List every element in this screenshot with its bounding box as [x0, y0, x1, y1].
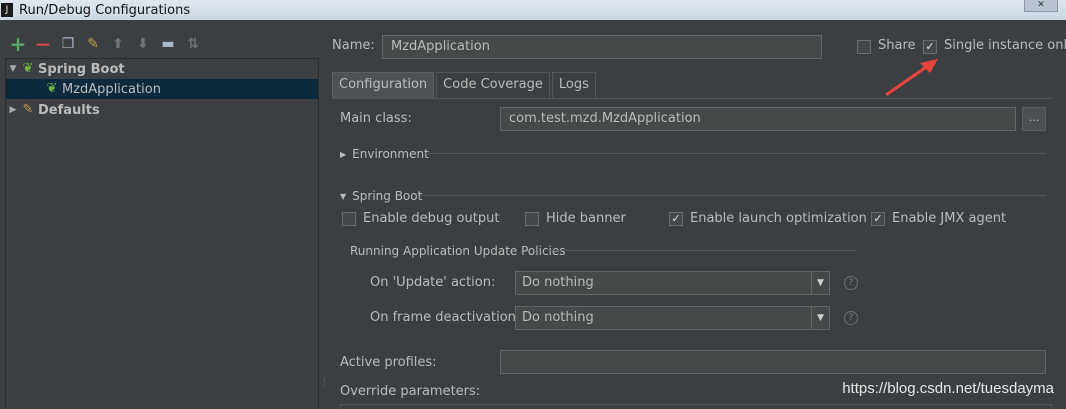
- sort-icon[interactable]: ⇅: [184, 35, 202, 53]
- close-window-button[interactable]: ✕: [1024, 0, 1058, 12]
- app-icon: J: [1, 3, 13, 17]
- watermark-text: https://blog.csdn.net/tuesdayma: [842, 380, 1054, 397]
- expand-arrow-icon[interactable]: ▼: [6, 64, 20, 74]
- spring-boot-divider: [420, 195, 1046, 196]
- tab-code-coverage[interactable]: Code Coverage: [436, 72, 550, 98]
- configurations-tree: ▼ ❦ Spring Boot ❦ MzdApplication ▶ ✎ Def…: [5, 58, 319, 409]
- environment-label: Environment: [352, 147, 429, 161]
- name-input[interactable]: MzdApplication: [382, 35, 822, 59]
- environment-divider: [424, 153, 1046, 154]
- configurations-toolbar: + − ❐ ✎ ⬆ ⬇ ▬ ⇅: [0, 32, 215, 56]
- help-icon[interactable]: ?: [844, 311, 858, 325]
- tree-node-label: MzdApplication: [62, 81, 161, 97]
- enable-debug-output-checkbox[interactable]: [342, 212, 356, 226]
- tab-configuration[interactable]: Configuration: [332, 72, 435, 98]
- spring-boot-icon: ❦: [22, 61, 34, 76]
- splitter-handle[interactable]: ⋮: [320, 378, 329, 388]
- remove-icon[interactable]: −: [34, 34, 52, 54]
- on-frame-value: Do nothing: [522, 310, 594, 325]
- main-class-label: Main class:: [340, 111, 412, 126]
- help-icon[interactable]: ?: [844, 276, 858, 290]
- override-parameters-label: Override parameters:: [340, 384, 481, 399]
- hide-banner-checkbox[interactable]: [525, 212, 539, 226]
- collapse-arrow-icon[interactable]: ▶: [6, 105, 20, 115]
- collapsed-arrow-icon: ▶: [340, 149, 347, 159]
- annotation-arrow-icon: [885, 59, 938, 97]
- spring-boot-app-icon: ❦: [46, 81, 58, 96]
- enable-jmx-agent-label: Enable JMX agent: [892, 211, 1007, 226]
- folder-icon[interactable]: ▬: [159, 35, 177, 53]
- chevron-down-icon[interactable]: ▼: [811, 272, 829, 294]
- add-icon[interactable]: +: [9, 34, 27, 54]
- spring-boot-section-toggle[interactable]: ▼ Spring Boot: [340, 189, 422, 203]
- single-instance-checkbox[interactable]: ✓: [923, 40, 937, 54]
- on-update-value: Do nothing: [522, 275, 594, 290]
- enable-launch-optimization-checkbox[interactable]: ✓: [669, 212, 683, 226]
- tree-node-mzdapplication[interactable]: ❦ MzdApplication: [6, 79, 318, 99]
- enable-debug-output-label: Enable debug output: [363, 211, 500, 226]
- tree-node-label: Spring Boot: [38, 61, 125, 77]
- config-tabs: Configuration Code Coverage Logs: [332, 72, 598, 98]
- tree-node-label: Defaults: [38, 102, 100, 118]
- on-update-label: On 'Update' action:: [370, 275, 496, 290]
- browse-main-class-button[interactable]: ...: [1022, 107, 1046, 131]
- copy-icon[interactable]: ❐: [59, 35, 77, 53]
- spring-boot-section-label: Spring Boot: [352, 189, 423, 203]
- tree-node-spring-boot[interactable]: ▼ ❦ Spring Boot: [6, 59, 318, 79]
- arrow-down-icon[interactable]: ⬇: [134, 35, 152, 53]
- main-class-input[interactable]: com.test.mzd.MzdApplication: [500, 107, 1016, 131]
- override-parameters-table[interactable]: [340, 404, 1052, 409]
- tree-node-defaults[interactable]: ▶ ✎ Defaults: [6, 100, 318, 120]
- single-instance-label: Single instance only: [944, 38, 1066, 53]
- expanded-arrow-icon: ▼: [340, 191, 347, 201]
- hide-banner-label: Hide banner: [546, 211, 626, 226]
- enable-jmx-agent-checkbox[interactable]: ✓: [871, 212, 885, 226]
- update-policies-divider: [550, 250, 856, 251]
- enable-launch-optimization-label: Enable launch optimization: [690, 211, 867, 226]
- environment-section-toggle[interactable]: ▶ Environment: [340, 147, 429, 161]
- wrench-icon[interactable]: ✎: [84, 35, 102, 53]
- on-update-select[interactable]: Do nothing ▼: [515, 271, 830, 295]
- on-frame-select[interactable]: Do nothing ▼: [515, 306, 830, 330]
- active-profiles-input[interactable]: [500, 350, 1046, 374]
- window-title: Run/Debug Configurations: [19, 2, 191, 18]
- active-profiles-label: Active profiles:: [340, 355, 437, 370]
- share-checkbox[interactable]: [857, 40, 871, 54]
- share-label: Share: [878, 38, 916, 53]
- arrow-up-icon[interactable]: ⬆: [109, 35, 127, 53]
- update-policies-title: Running Application Update Policies: [350, 244, 566, 258]
- wrench-icon: ✎: [22, 102, 34, 117]
- window-title-bar: J Run/Debug Configurations ✕: [0, 0, 1066, 20]
- name-label: Name:: [332, 38, 375, 53]
- tab-logs[interactable]: Logs: [551, 72, 596, 98]
- chevron-down-icon[interactable]: ▼: [811, 307, 829, 329]
- on-frame-label: On frame deactivation:: [370, 310, 521, 325]
